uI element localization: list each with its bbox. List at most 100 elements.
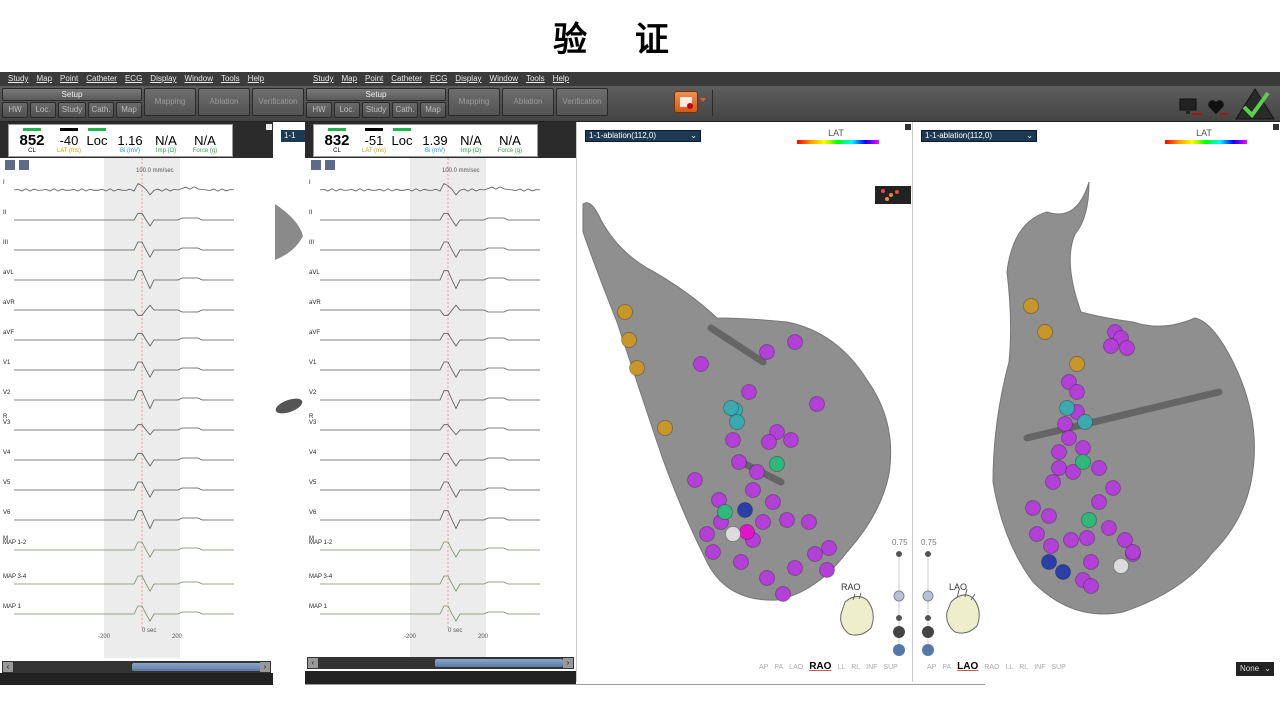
menu-tools[interactable]: Tools	[522, 72, 549, 86]
setup-label[interactable]: Setup	[306, 88, 446, 101]
setup-cath-button[interactable]: Cath.	[88, 102, 114, 118]
monitor-icon[interactable]	[1178, 96, 1204, 118]
map-point[interactable]	[765, 494, 781, 510]
map-point[interactable]	[769, 456, 785, 472]
setup-hw-button[interactable]: HW	[2, 102, 28, 118]
view-ll-button[interactable]: LL	[837, 664, 845, 672]
map-point[interactable]	[1023, 298, 1039, 314]
map-tab-fragment[interactable]: 1-1	[281, 130, 305, 142]
scroll-left-icon[interactable]: ‹	[308, 658, 318, 668]
mode-mapping-button[interactable]: Mapping	[448, 88, 500, 116]
map-point[interactable]	[745, 482, 761, 498]
zoom-tool-icon[interactable]	[5, 160, 15, 170]
opacity-slider[interactable]	[920, 550, 936, 660]
setup-label[interactable]: Setup	[2, 88, 142, 101]
map-point[interactable]	[1119, 340, 1135, 356]
view-lao-button[interactable]: LAO	[957, 661, 978, 672]
chevron-down-icon[interactable]	[700, 98, 706, 102]
caliper-tool-icon[interactable]	[19, 160, 29, 170]
opacity-slider[interactable]	[891, 550, 907, 660]
map-point[interactable]	[731, 454, 747, 470]
panel-close-icon[interactable]	[266, 124, 272, 130]
view-pa-button[interactable]: PA	[774, 664, 783, 672]
map-point[interactable]	[1075, 440, 1091, 456]
scroll-right-icon[interactable]: ›	[260, 662, 270, 672]
map-point[interactable]	[1091, 460, 1107, 476]
map-point[interactable]	[739, 524, 755, 540]
map-point[interactable]	[1057, 416, 1073, 432]
menu-map[interactable]: Map	[32, 72, 56, 86]
map-point[interactable]	[787, 334, 803, 350]
mode-verification-button[interactable]: Verification	[556, 88, 608, 116]
map-point[interactable]	[617, 304, 633, 320]
map-point[interactable]	[621, 332, 637, 348]
map-point[interactable]	[1025, 500, 1041, 516]
scroll-left-icon[interactable]: ‹	[3, 662, 13, 672]
map-point[interactable]	[819, 562, 835, 578]
menu-catheter[interactable]: Catheter	[387, 72, 426, 86]
map-point[interactable]	[759, 344, 775, 360]
menu-point[interactable]: Point	[56, 72, 82, 86]
map-point[interactable]	[629, 360, 645, 376]
map-point[interactable]	[725, 432, 741, 448]
scroll-thumb[interactable]	[132, 663, 262, 671]
view-lao-button[interactable]: LAO	[789, 664, 803, 672]
map-point[interactable]	[809, 396, 825, 412]
map-point[interactable]	[779, 512, 795, 528]
map-point[interactable]	[759, 570, 775, 586]
map-point[interactable]	[749, 464, 765, 480]
menu-window[interactable]: Window	[486, 72, 522, 86]
map-point[interactable]	[821, 540, 837, 556]
ecg-scrollbar[interactable]: ‹ ›	[2, 661, 271, 673]
map-point[interactable]	[787, 560, 803, 576]
map-point[interactable]	[761, 434, 777, 450]
map-point[interactable]	[733, 554, 749, 570]
map-point[interactable]	[725, 526, 741, 542]
menu-ecg[interactable]: ECG	[121, 72, 146, 86]
menu-window[interactable]: Window	[181, 72, 217, 86]
map-point[interactable]	[687, 472, 703, 488]
view-rao-button[interactable]: RAO	[809, 661, 831, 672]
menu-study[interactable]: Study	[309, 72, 337, 86]
map-point[interactable]	[1125, 544, 1141, 560]
setup-loc-button[interactable]: Loc.	[30, 102, 56, 118]
map-point[interactable]	[1041, 508, 1057, 524]
map-point[interactable]	[1091, 494, 1107, 510]
map-point[interactable]	[755, 514, 771, 530]
map-point[interactable]	[1061, 430, 1077, 446]
view-ap-button[interactable]: AP	[759, 664, 768, 672]
map-point[interactable]	[1029, 526, 1045, 542]
mode-verification-button[interactable]: Verification	[252, 88, 304, 116]
menu-help[interactable]: Help	[244, 72, 268, 86]
view-sup-button[interactable]: SUP	[883, 664, 897, 672]
map-point[interactable]	[717, 504, 733, 520]
map-point[interactable]	[1083, 554, 1099, 570]
map-point[interactable]	[723, 400, 739, 416]
map-point[interactable]	[1045, 474, 1061, 490]
map-point[interactable]	[737, 502, 753, 518]
map-point[interactable]	[1105, 480, 1121, 496]
heart-orientation-icon[interactable]	[837, 592, 879, 640]
setup-hw-button[interactable]: HW	[306, 102, 332, 118]
verified-check-icon[interactable]	[1234, 87, 1276, 121]
setup-cath-button[interactable]: Cath.	[392, 102, 418, 118]
mode-ablation-button[interactable]: Ablation	[502, 88, 554, 116]
map-point[interactable]	[1077, 414, 1093, 430]
view-pa-button[interactable]: PA	[942, 664, 951, 672]
menu-help[interactable]: Help	[549, 72, 573, 86]
map-point[interactable]	[693, 356, 709, 372]
map-point[interactable]	[1051, 460, 1067, 476]
map-point[interactable]	[657, 420, 673, 436]
heart-orientation-icon[interactable]	[943, 588, 985, 640]
map-point[interactable]	[1063, 532, 1079, 548]
ecg-scrollbar[interactable]: ‹ ›	[307, 657, 574, 669]
view-inf-button[interactable]: INF	[1034, 664, 1045, 672]
mode-mapping-button[interactable]: Mapping	[144, 88, 196, 116]
map-point[interactable]	[1075, 454, 1091, 470]
menu-point[interactable]: Point	[361, 72, 387, 86]
menu-display[interactable]: Display	[451, 72, 485, 86]
map-point[interactable]	[699, 526, 715, 542]
view-rl-button[interactable]: RL	[851, 664, 860, 672]
map-point[interactable]	[1101, 520, 1117, 536]
map-point[interactable]	[729, 414, 745, 430]
